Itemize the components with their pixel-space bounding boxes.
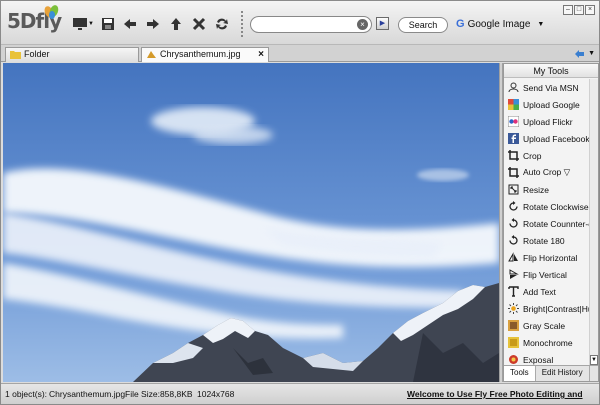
search-box[interactable]: × <box>250 16 372 33</box>
up-button[interactable] <box>167 15 185 33</box>
arrow-right-icon <box>147 19 159 29</box>
tool-add-text[interactable]: Add Text <box>504 283 590 300</box>
chevron-down-icon: ▼ <box>591 357 597 363</box>
resize-icon <box>508 184 519 195</box>
folder-icon <box>10 51 21 59</box>
chevron-down-icon: ▼ <box>537 20 545 28</box>
refresh-button[interactable] <box>213 15 231 33</box>
close-icon <box>192 17 206 31</box>
search-engine-selector[interactable]: G Google Image ▼ <box>456 18 544 30</box>
tool-flip-horizontal[interactable]: Flip Horizontal <box>504 249 590 266</box>
tool-bright-contrast-hue[interactable]: Bright|Contrast|Hue <box>504 300 590 317</box>
tab-actions: ▼ <box>574 47 595 59</box>
tool-send-via-msn[interactable]: Send Via MSN <box>504 79 590 96</box>
back-button[interactable] <box>121 15 139 33</box>
tool-crop[interactable]: Crop <box>504 147 590 164</box>
object-count: 1 object(s): <box>5 389 48 399</box>
save-button[interactable] <box>99 15 117 33</box>
monochrome-icon <box>508 337 519 348</box>
rotate-180-icon <box>509 235 518 245</box>
tab-tools[interactable]: Tools <box>504 366 536 381</box>
crop-icon <box>508 150 519 161</box>
tool-exposal[interactable]: Exposal <box>504 351 590 365</box>
tool-upload-google[interactable]: Upload Google <box>504 96 590 113</box>
msn-icon <box>508 82 519 93</box>
arrow-up-icon <box>171 18 181 30</box>
facebook-icon <box>508 133 519 144</box>
tool-rotate-180[interactable]: Rotate 180 <box>504 232 590 249</box>
search-button[interactable]: Search <box>398 17 448 33</box>
photo-canvas <box>3 63 499 382</box>
status-dimensions: 1024x768 <box>197 389 235 399</box>
panel-title: My Tools <box>504 64 598 78</box>
scroll-down-button[interactable]: ▼ <box>590 355 598 365</box>
tool-flip-vertical[interactable]: Flip Vertical <box>504 266 590 283</box>
go-button[interactable]: ▶ <box>376 17 389 30</box>
tool-resize[interactable]: Resize <box>504 181 590 198</box>
welcome-link[interactable]: Welcome to Use Fly Free Photo Editing an… <box>407 384 599 405</box>
forward-button[interactable] <box>144 15 162 33</box>
arrow-left-icon <box>124 19 136 29</box>
exposure-icon <box>509 355 518 364</box>
status-bar: 1 object(s): Chrysanthemum.jpg File Size… <box>1 383 599 404</box>
display-dropdown-button[interactable]: ▼ <box>87 15 95 33</box>
status-filesize: File Size:858,8KB <box>125 389 193 399</box>
google-icon: G <box>456 18 465 30</box>
chevron-down-icon: ▼ <box>88 21 94 27</box>
tab-label: Chrysanthemum.jpg <box>160 49 241 59</box>
flip-vertical-icon <box>509 269 519 279</box>
undo-arrow-icon[interactable] <box>574 47 586 59</box>
toolbar-separator <box>241 11 245 37</box>
tool-monochrome[interactable]: Monochrome <box>504 334 590 351</box>
save-icon <box>102 18 114 30</box>
close-window-button[interactable]: × <box>585 5 595 15</box>
rotate-clockwise-icon <box>509 201 518 211</box>
window-controls: – □ × <box>563 5 595 15</box>
tool-rotate-clockwise[interactable]: Rotate Clockwise <box>504 198 590 215</box>
auto-crop-icon <box>508 167 519 178</box>
rotate-counterclockwise-icon <box>509 218 518 228</box>
tab-edit-history[interactable]: Edit History <box>536 366 590 381</box>
flickr-icon <box>508 116 519 127</box>
tools-panel: My Tools Send Via MSN Upload Google Uplo… <box>503 63 599 382</box>
image-viewer[interactable] <box>3 63 499 382</box>
tool-auto-crop[interactable]: Auto Crop ▽ <box>504 164 590 181</box>
tool-upload-flickr[interactable]: Upload Flickr <box>504 113 590 130</box>
close-tab-icon[interactable]: × <box>258 48 264 61</box>
tab-label: Folder <box>24 49 50 59</box>
status-filename: Chrysanthemum.jpg <box>49 389 126 399</box>
tool-gray-scale[interactable]: Gray Scale <box>504 317 590 334</box>
refresh-icon <box>216 18 228 30</box>
grayscale-icon <box>508 320 519 331</box>
minimize-button[interactable]: – <box>563 5 573 15</box>
clear-search-icon[interactable]: × <box>357 19 368 30</box>
brightness-icon <box>508 303 519 314</box>
tool-rotate-counterclockwise[interactable]: Rotate Counnter-clock <box>504 215 590 232</box>
tools-scrollbar[interactable]: ▼ <box>589 79 598 365</box>
search-engine-label: Google Image <box>467 18 531 30</box>
panel-tabs: Tools Edit History <box>504 365 598 381</box>
monitor-icon <box>73 18 87 30</box>
play-icon: ▶ <box>379 20 386 27</box>
tab-folder[interactable]: Folder <box>5 47 139 62</box>
text-icon <box>508 286 519 297</box>
image-file-icon <box>147 51 156 58</box>
app-logo: 5Dfly <box>7 5 62 33</box>
delete-button[interactable] <box>190 15 208 33</box>
chevron-down-icon[interactable]: ▼ <box>588 50 595 57</box>
tab-chrysanthemum[interactable]: Chrysanthemum.jpg × <box>141 47 269 62</box>
maximize-button[interactable]: □ <box>574 5 584 15</box>
flip-horizontal-icon <box>508 252 518 262</box>
flower-logo-icon <box>44 5 59 19</box>
tool-upload-facebook[interactable]: Upload Facebook <box>504 130 590 147</box>
tab-bar: Folder Chrysanthemum.jpg × ▼ <box>1 45 599 62</box>
app-window: 5Dfly ▼ × ▶ Search G Google Image ▼ – □ … <box>0 0 600 405</box>
google-upload-icon <box>508 99 519 110</box>
search-input[interactable] <box>257 19 353 31</box>
main-toolbar: 5Dfly ▼ × ▶ Search G Google Image ▼ – □ … <box>1 1 599 45</box>
tool-list: Send Via MSN Upload Google Upload Flickr… <box>504 79 590 365</box>
